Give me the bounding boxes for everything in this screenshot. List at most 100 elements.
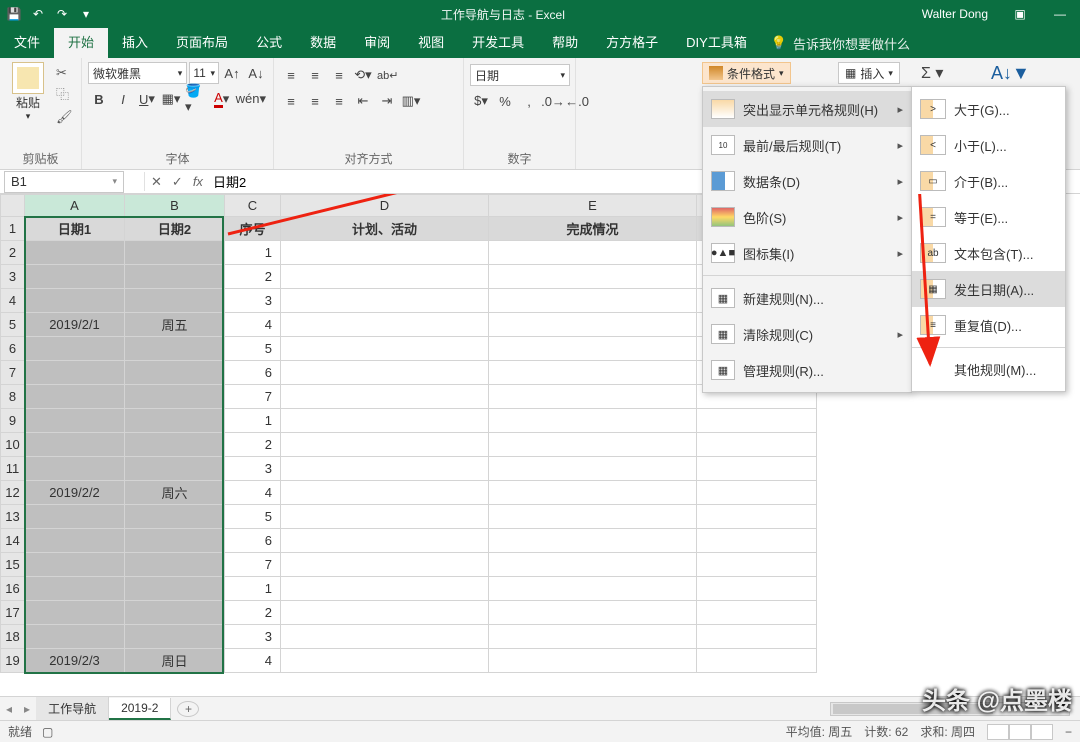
tell-me[interactable]: 💡 告诉我你想要做什么 [771,34,910,53]
undo-icon[interactable]: ↶ [28,4,48,24]
font-size[interactable]: 11▾ [189,62,219,84]
cf-clear-rules[interactable]: ▦清除规则(C)▸ [703,316,911,352]
minimize-icon[interactable]: — [1040,7,1080,21]
qat-more-icon[interactable]: ▾ [76,4,96,24]
cf-data-bars[interactable]: 数据条(D)▸ [703,163,911,199]
add-sheet-button[interactable]: + [177,701,199,717]
tab-review[interactable]: 审阅 [350,28,404,58]
cancel-formula-icon[interactable]: ✕ [151,174,162,190]
bold-button[interactable]: B [88,88,110,110]
conditional-format-button[interactable]: 条件格式▾ [702,62,791,84]
user-name[interactable]: Walter Dong [910,7,1000,21]
sheet-tab-1[interactable]: 2019-2 [109,698,171,720]
name-box[interactable]: B1▾ [4,171,124,193]
italic-button[interactable]: I [112,88,134,110]
copy-icon[interactable]: ⿻ [56,86,73,104]
indent-dec-icon[interactable]: ⇤ [352,90,374,112]
format-painter-icon[interactable]: 🖌 [56,108,73,126]
currency-icon[interactable]: $▾ [470,90,492,112]
cf-highlight-rules[interactable]: 突出显示单元格规则(H)▸ [703,91,911,127]
save-icon[interactable]: 💾 [4,4,24,24]
status-bar: 就绪 ▢ 平均值: 周五 计数: 62 求和: 周四 − [0,720,1080,742]
autosum-button[interactable]: Σ ▾ [920,62,944,84]
inc-decimal-icon[interactable]: .0→ [542,90,564,112]
ribbon-tabs: 文件 开始 插入 页面布局 公式 数据 审阅 视图 开发工具 帮助 方方格子 D… [0,28,1080,58]
tab-dev[interactable]: 开发工具 [458,28,538,58]
wrap-text-button[interactable]: ab↵ [376,64,399,86]
fill-color-button[interactable]: 🪣▾ [184,88,209,110]
tab-file[interactable]: 文件 [0,28,54,58]
align-left-icon[interactable]: ≡ [280,90,302,112]
align-center-icon[interactable]: ≡ [304,90,326,112]
conditional-format-label: 条件格式 [727,65,775,82]
tab-data[interactable]: 数据 [296,28,350,58]
underline-button[interactable]: U▾ [136,88,158,110]
ribbon-display-icon[interactable]: ▣ [1000,7,1040,21]
tab-insert[interactable]: 插入 [108,28,162,58]
sheet-nav-prev-icon[interactable]: ◂ [0,702,18,716]
align-top-icon[interactable]: ≡ [280,64,302,86]
sort-filter-button[interactable]: A↓▼ [990,62,1031,84]
tab-help[interactable]: 帮助 [538,28,592,58]
border-button[interactable]: ▦▾ [160,88,182,110]
enter-formula-icon[interactable]: ✓ [172,174,183,190]
cf-manage-rules[interactable]: ▦管理规则(R)... [703,352,911,388]
tab-formulas[interactable]: 公式 [242,28,296,58]
group-align: ≡ ≡ ≡ ⟲▾ ab↵ ≡ ≡ ≡ ⇤ ⇥ ▥▾ 对齐方式 [274,58,464,169]
window-title: 工作导航与日志 - Excel [96,6,910,23]
rule-text-contains[interactable]: ab文本包含(T)... [912,235,1065,271]
rule-greater[interactable]: >大于(G)... [912,91,1065,127]
conditional-format-menu: 突出显示单元格规则(H)▸ 10最前/最后规则(T)▸ 数据条(D)▸ 色阶(S… [702,86,912,393]
paste-icon [12,62,44,94]
merge-button[interactable]: ▥▾ [400,90,422,112]
cf-top-bottom[interactable]: 10最前/最后规则(T)▸ [703,127,911,163]
titlebar: 💾 ↶ ↷ ▾ 工作导航与日志 - Excel Walter Dong ▣ — [0,0,1080,28]
rule-equal[interactable]: =等于(E)... [912,199,1065,235]
formula-content[interactable]: 日期2 [213,172,246,191]
group-label-font: 字体 [88,148,267,167]
status-ready: 就绪 [8,723,32,740]
tell-me-text: 告诉我你想要做什么 [793,34,910,53]
indent-inc-icon[interactable]: ⇥ [376,90,398,112]
tab-layout[interactable]: 页面布局 [162,28,242,58]
sheet-tab-0[interactable]: 工作导航 [36,697,109,720]
orientation-icon[interactable]: ⟲▾ [352,64,374,86]
tab-diy[interactable]: DIY工具箱 [672,28,761,58]
macro-record-icon[interactable]: ▢ [42,725,53,739]
align-right-icon[interactable]: ≡ [328,90,350,112]
fx-icon[interactable]: fx [193,174,203,189]
align-middle-icon[interactable]: ≡ [304,64,326,86]
font-name[interactable]: 微软雅黑▾ [88,62,187,84]
insert-icon: ▦ [845,66,856,80]
status-avg: 平均值: 周五 [786,723,853,740]
tab-home[interactable]: 开始 [54,28,108,58]
rule-more[interactable]: 其他规则(M)... [912,352,1065,387]
paste-button[interactable]: 粘贴 ▾ [6,62,50,122]
rule-date[interactable]: ▦发生日期(A)... [912,271,1065,307]
tab-view[interactable]: 视图 [404,28,458,58]
comma-icon[interactable]: , [518,90,540,112]
insert-cells-button[interactable]: ▦ 插入▾ [838,62,900,84]
cf-icon-sets[interactable]: ●▲■图标集(I)▸ [703,235,911,271]
tab-ffgz[interactable]: 方方格子 [592,28,672,58]
group-label-align: 对齐方式 [280,148,457,167]
font-color-button[interactable]: A▾ [211,88,233,110]
view-buttons[interactable] [987,724,1053,740]
rule-duplicate[interactable]: ≡重复值(D)... [912,307,1065,343]
sheet-tab-bar: ◂ ▸ 工作导航 2019-2 + [0,696,1080,720]
cf-new-rule[interactable]: ▦新建规则(N)... [703,280,911,316]
phonetic-button[interactable]: wén▾ [235,88,267,110]
rule-between[interactable]: ▭介于(B)... [912,163,1065,199]
cf-color-scales[interactable]: 色阶(S)▸ [703,199,911,235]
percent-icon[interactable]: % [494,90,516,112]
cut-icon[interactable]: ✂ [56,64,73,82]
dec-decimal-icon[interactable]: ←.0 [566,90,588,112]
rule-less[interactable]: <小于(L)... [912,127,1065,163]
decrease-font-icon[interactable]: A↓ [245,62,267,84]
sheet-nav-next-icon[interactable]: ▸ [18,702,36,716]
redo-icon[interactable]: ↷ [52,4,72,24]
zoom-out-icon[interactable]: − [1065,725,1072,739]
align-bottom-icon[interactable]: ≡ [328,64,350,86]
number-format[interactable]: 日期▾ [470,64,570,86]
increase-font-icon[interactable]: A↑ [221,62,243,84]
